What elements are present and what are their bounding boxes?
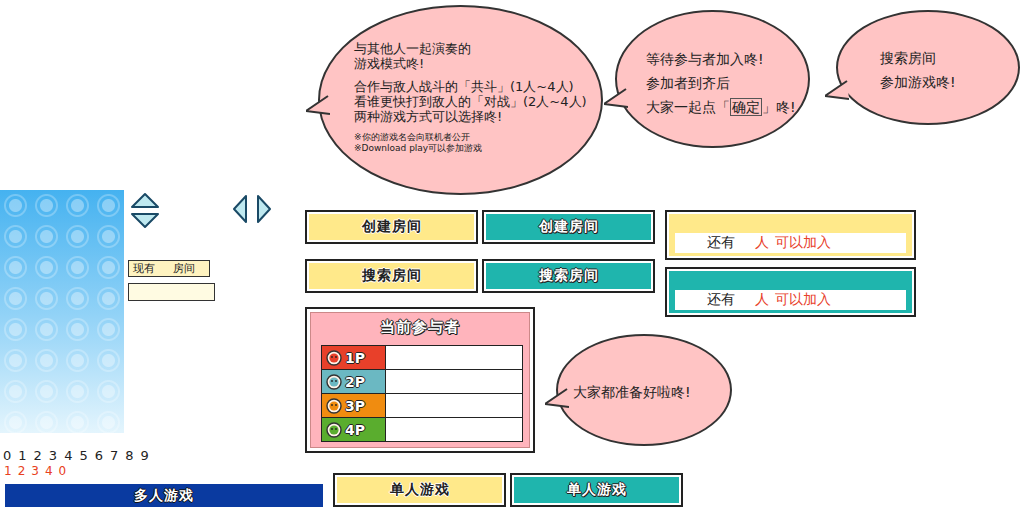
bubble-line: 大家一起点「确定」咚! bbox=[646, 95, 796, 119]
bubble-tail-icon bbox=[825, 78, 849, 102]
digit-strip: 0123456789 bbox=[3, 448, 149, 463]
player-name-cell bbox=[386, 394, 522, 417]
bubble-line: 等待参与者加入咚! bbox=[646, 47, 796, 71]
sprite-sheet: 与其他人一起演奏的游戏模式咚! 合作与敌人战斗的「共斗」(1人~4人)看谁更快打到… bbox=[0, 0, 1024, 512]
drum-face-icon bbox=[326, 422, 342, 438]
bubble-line: 与其他人一起演奏的 bbox=[354, 41, 587, 56]
lobby-button[interactable]: 创建房间 bbox=[482, 210, 655, 244]
bubble-line: 合作与敌人战斗的「共斗」(1人~4人) bbox=[354, 79, 587, 94]
bubble-tail-icon bbox=[545, 386, 569, 410]
speech-bubble: 大家都准备好啦咚! bbox=[556, 334, 732, 446]
bubble-line: 游戏模式咚! bbox=[354, 56, 587, 71]
player-row: 1P bbox=[322, 346, 522, 370]
drum-face-icon bbox=[326, 374, 342, 390]
slot-boxes: 还有人可以加入还有人可以加入 bbox=[665, 210, 916, 317]
participants-title: 当前参与者 bbox=[321, 317, 519, 337]
bubble-paragraph: 搜索房间参加游戏咚! bbox=[880, 46, 956, 94]
slot-box: 还有人可以加入 bbox=[665, 267, 916, 317]
bubble-line: 两种游戏方式可以选择咚! bbox=[354, 109, 587, 124]
lobby-button[interactable]: 搜索房间 bbox=[305, 259, 478, 293]
bubble-paragraph: 合作与敌人战斗的「共斗」(1人~4人)看谁更快打到敌人的「对战」(2人~4人)两… bbox=[354, 79, 587, 124]
bubble-paragraph: 等待参与者加入咚!参加者到齐后大家一起点「确定」咚! bbox=[646, 47, 796, 119]
bubble-line: ※Download play可以参加游戏 bbox=[354, 143, 587, 154]
up-down-arrow-icon[interactable] bbox=[130, 192, 160, 230]
bubble-line: 搜索房间 bbox=[880, 46, 956, 70]
slot-box: 还有人可以加入 bbox=[665, 210, 916, 260]
mode-button[interactable]: 单人游戏 bbox=[510, 473, 683, 507]
player-row: 4P bbox=[322, 418, 522, 441]
speech-bubble: 等待参与者加入咚!参加者到齐后大家一起点「确定」咚! bbox=[615, 10, 810, 148]
player-row: 2P bbox=[322, 370, 522, 394]
player-name-cell bbox=[386, 370, 522, 393]
player-row: 3P bbox=[322, 394, 522, 418]
room-count-field bbox=[128, 283, 215, 301]
bubble-line: 参加者到齐后 bbox=[646, 71, 796, 95]
bubble-tail-icon bbox=[604, 86, 628, 110]
bubble-line: 看谁更快打到敌人的「对战」(2人~4人) bbox=[354, 94, 587, 109]
speech-bubble: 与其他人一起演奏的游戏模式咚! 合作与敌人战斗的「共斗」(1人~4人)看谁更快打到… bbox=[318, 5, 603, 195]
lobby-button[interactable]: 创建房间 bbox=[305, 210, 478, 244]
player-name-cell bbox=[386, 418, 522, 441]
bubble-paragraph: 大家都准备好啦咚! bbox=[573, 383, 691, 401]
bubble-tail-icon bbox=[306, 93, 330, 117]
room-count-label: 现有房间 bbox=[128, 260, 210, 277]
bubble-line: 大家都准备好啦咚! bbox=[573, 383, 691, 401]
lobby-button[interactable]: 搜索房间 bbox=[482, 259, 655, 293]
bubble-line: 参加游戏咚! bbox=[880, 70, 956, 94]
pattern-panel bbox=[0, 190, 124, 433]
mode-bar: 多人游戏 bbox=[5, 484, 323, 507]
drum-face-icon bbox=[326, 398, 342, 414]
lobby-buttons: 创建房间创建房间搜索房间搜索房间 bbox=[305, 210, 655, 293]
participants-panel: 当前参与者 1P2P3P4P bbox=[305, 307, 535, 453]
left-right-arrow-icon[interactable] bbox=[232, 194, 272, 224]
mode-buttons: 单人游戏单人游戏 bbox=[333, 473, 683, 507]
speech-bubble: 搜索房间参加游戏咚! bbox=[836, 10, 1020, 125]
drum-face-icon bbox=[326, 350, 342, 366]
player-name-cell bbox=[386, 346, 522, 369]
mode-button[interactable]: 单人游戏 bbox=[333, 473, 506, 507]
bubble-paragraph: 与其他人一起演奏的游戏模式咚! bbox=[354, 41, 587, 71]
bubble-paragraph: ※你的游戏名会向联机者公开※Download play可以参加游戏 bbox=[354, 132, 587, 154]
bubble-line: ※你的游戏名会向联机者公开 bbox=[354, 132, 587, 143]
red-digit-strip: 12340 bbox=[4, 464, 66, 478]
